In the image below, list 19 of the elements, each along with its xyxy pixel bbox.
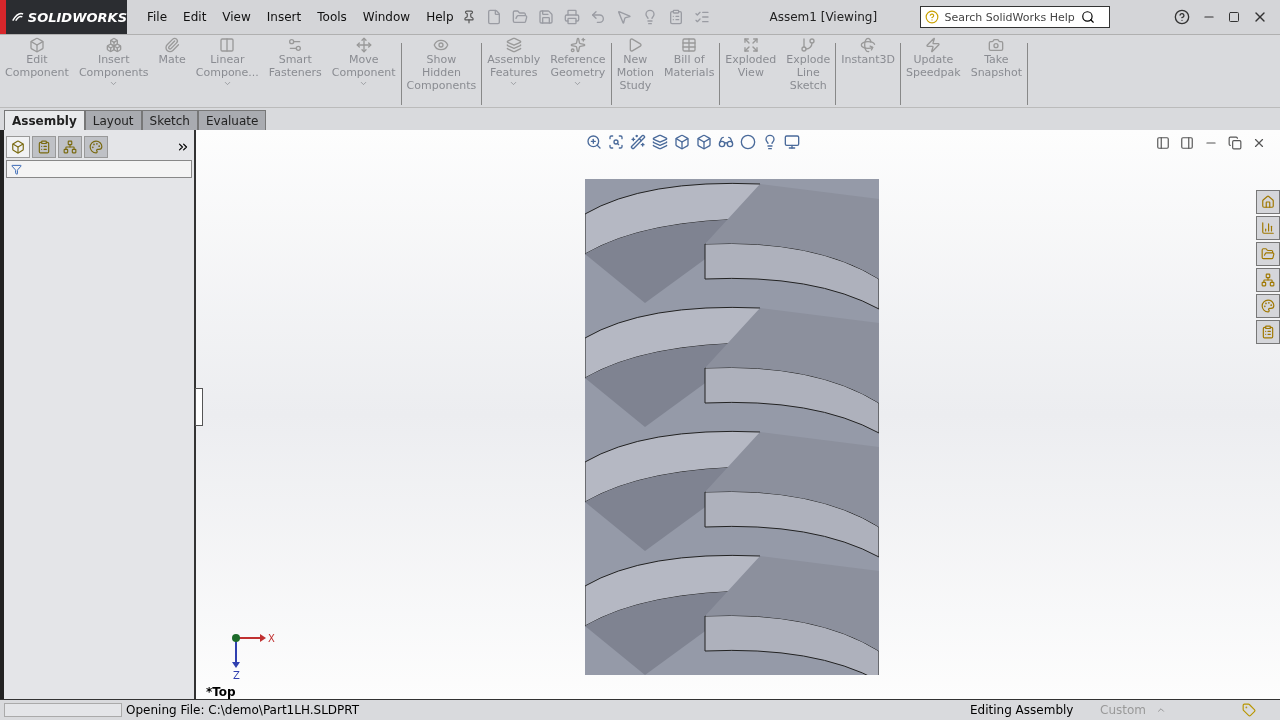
menu-item[interactable]: Edit <box>175 10 215 24</box>
menu-item[interactable]: Window <box>354 10 419 24</box>
logo: SOLIDWORKS <box>0 0 127 34</box>
menu-item[interactable]: File <box>139 10 176 24</box>
view-name: *Top <box>206 685 236 699</box>
menu-item[interactable]: Insert <box>258 10 310 24</box>
units-label[interactable]: Custom <box>1100 703 1156 717</box>
axis-triad-drawing: X Z <box>232 633 275 681</box>
search-bar[interactable]: Search SolidWorks Help <box>919 6 1110 28</box>
menu-item[interactable]: Help <box>418 10 462 24</box>
menu-item[interactable]: View <box>214 10 259 24</box>
status-message: Opening File: C:\demo\Part1LH.SLDPRT <box>126 703 360 717</box>
tab[interactable]: Evaluate <box>198 110 267 130</box>
tab[interactable]: Assembly <box>4 110 85 130</box>
tab[interactable]: Layout <box>84 110 142 130</box>
status-mode: Editing Assembly <box>970 703 1075 717</box>
menu-item[interactable]: Tools <box>309 10 355 24</box>
window-title: Assem1 [Viewing] <box>769 10 879 24</box>
tab[interactable]: Sketch <box>141 110 198 130</box>
